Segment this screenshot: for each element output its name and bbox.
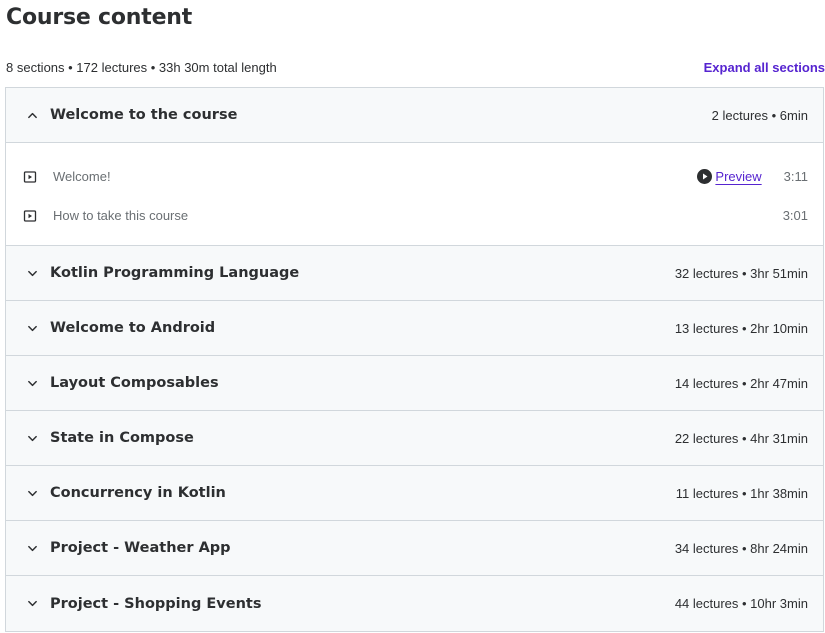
course-content-page: Course content 8 sections • 172 lectures… [0, 0, 825, 633]
video-icon [23, 209, 37, 223]
section-lecture-list: Welcome! Preview 3:11 How to take this c… [6, 143, 823, 246]
section-meta: 32 lectures • 3hr 51min [674, 265, 808, 281]
section-meta: 14 lectures • 2hr 47min [674, 375, 808, 391]
lecture-duration: 3:01 [782, 208, 808, 223]
section-header-project-shopping-events[interactable]: Project - Shopping Events 44 lectures • … [6, 576, 823, 631]
section-header-state-in-compose[interactable]: State in Compose 22 lectures • 4hr 31min [6, 411, 823, 466]
section-title: Concurrency in Kotlin [50, 485, 226, 501]
chevron-down-icon [25, 597, 39, 611]
section-header-concurrency-in-kotlin[interactable]: Concurrency in Kotlin 11 lectures • 1hr … [6, 466, 823, 521]
play-circle-icon [697, 169, 713, 184]
chevron-down-icon [25, 376, 39, 390]
section-meta: 34 lectures • 8hr 24min [674, 540, 808, 556]
section-title: Kotlin Programming Language [50, 265, 300, 281]
section-header-welcome-to-android[interactable]: Welcome to Android 13 lectures • 2hr 10m… [6, 301, 823, 356]
lecture-item[interactable]: How to take this course 3:01 [6, 196, 823, 235]
section-title: Project - Shopping Events [50, 595, 262, 612]
video-icon [23, 170, 37, 184]
section-meta: 11 lectures • 1hr 38min [675, 485, 808, 501]
section-title: State in Compose [50, 430, 194, 446]
section-title: Welcome to the course [50, 107, 238, 123]
section-header-project-weather-app[interactable]: Project - Weather App 34 lectures • 8hr … [6, 521, 823, 576]
chevron-down-icon [25, 266, 39, 280]
section-header-welcome-to-the-course[interactable]: Welcome to the course 2 lectures • 6min [6, 88, 823, 143]
page-title: Course content [6, 5, 193, 30]
section-meta: 2 lectures • 6min [711, 107, 808, 123]
chevron-down-icon [25, 486, 39, 500]
section-meta: 44 lectures • 10hr 3min [674, 596, 808, 611]
expand-all-sections-button[interactable]: Expand all sections [704, 60, 825, 75]
chevron-down-icon [25, 321, 39, 335]
preview-link[interactable]: Preview [715, 169, 761, 184]
section-meta: 22 lectures • 4hr 31min [674, 430, 808, 446]
section-title: Layout Composables [50, 375, 219, 391]
section-meta: 13 lectures • 2hr 10min [674, 320, 808, 336]
section-header-kotlin-programming-language[interactable]: Kotlin Programming Language 32 lectures … [6, 246, 823, 301]
lecture-title: Welcome! [53, 169, 111, 184]
section-title: Project - Weather App [50, 540, 231, 556]
chevron-up-icon [25, 108, 39, 122]
preview-link-group[interactable]: Preview [697, 169, 762, 184]
course-sections-accordion: Welcome to the course 2 lectures • 6min … [5, 87, 824, 632]
lecture-item[interactable]: Welcome! Preview 3:11 [6, 157, 823, 196]
section-title: Welcome to Android [50, 320, 216, 336]
chevron-down-icon [25, 431, 39, 445]
chevron-down-icon [25, 541, 39, 555]
section-header-layout-composables[interactable]: Layout Composables 14 lectures • 2hr 47m… [6, 356, 823, 411]
course-summary: 8 sections • 172 lectures • 33h 30m tota… [6, 60, 277, 75]
lecture-duration: 3:11 [783, 169, 808, 184]
lecture-title: How to take this course [53, 208, 189, 223]
